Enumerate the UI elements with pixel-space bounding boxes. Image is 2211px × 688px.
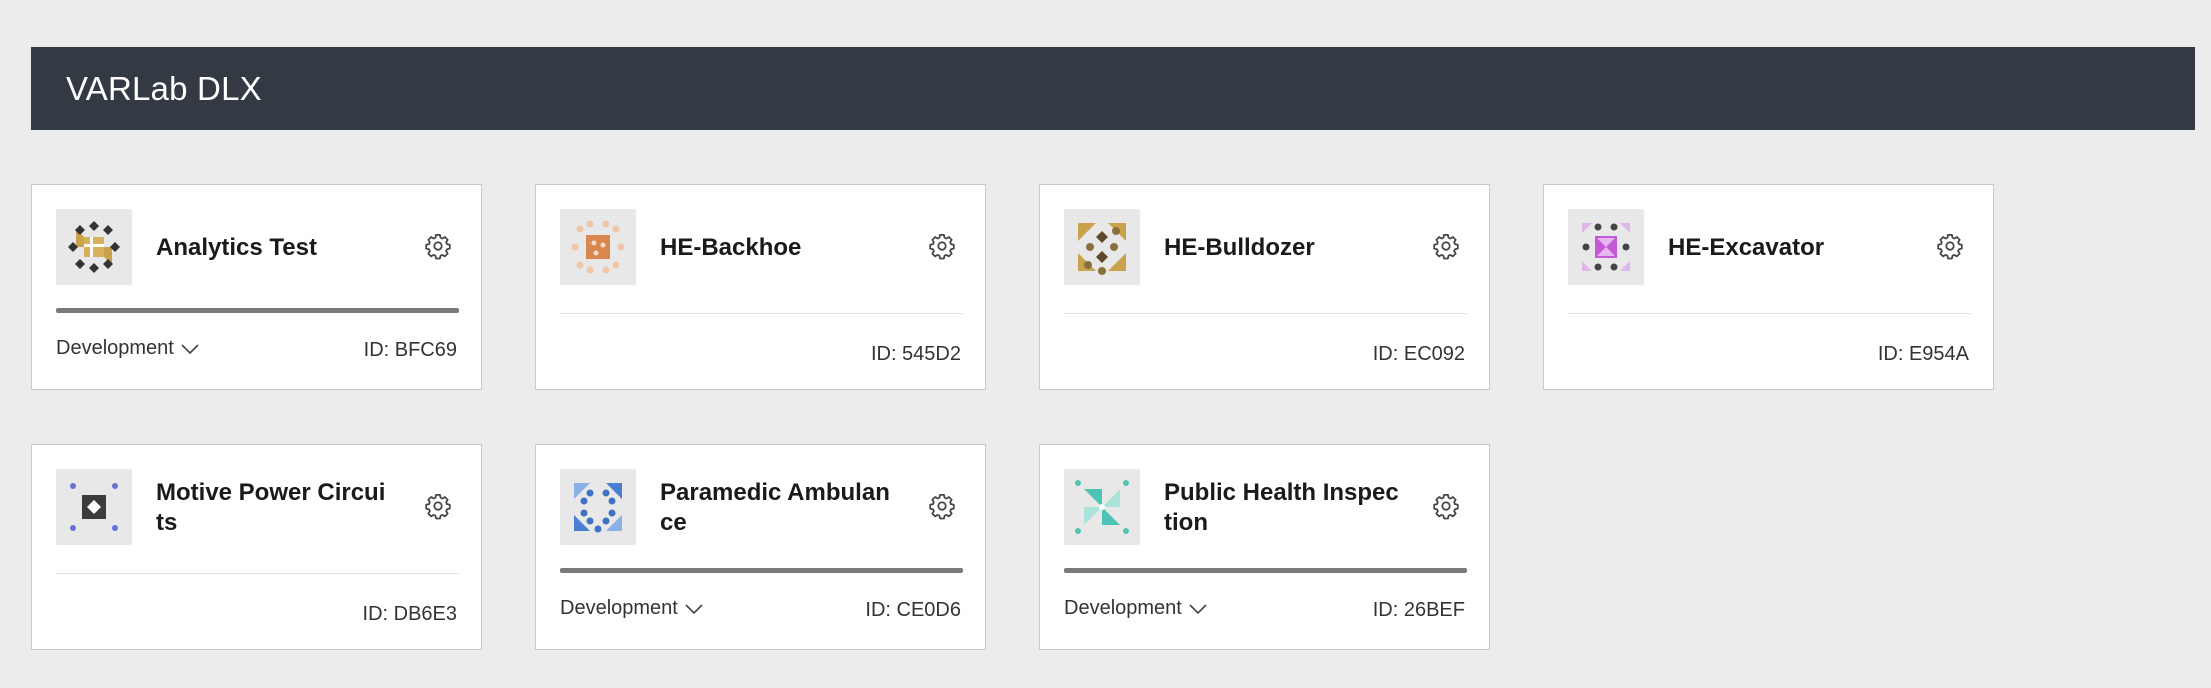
environment-label: Development [56, 337, 174, 359]
settings-gear-icon[interactable] [1432, 232, 1460, 260]
divider [1568, 313, 1971, 314]
settings-gear-icon[interactable] [1936, 232, 1964, 260]
project-name[interactable]: HE-Bulldozer [1164, 213, 1400, 283]
settings-gear-icon[interactable] [1432, 492, 1460, 520]
he-bulldozer-thumbnail-icon [1064, 209, 1140, 285]
project-card-he-bulldozer[interactable]: HE-Bulldozer ID: EC092 [1039, 184, 1490, 390]
project-card-analytics-test[interactable]: Analytics Test Development ID: BFC69 [31, 184, 482, 390]
project-id: ID: EC092 [1372, 343, 1465, 365]
divider [560, 313, 963, 314]
progress-bar [56, 308, 459, 313]
chevron-down-icon [1189, 603, 1207, 614]
chevron-down-icon [685, 603, 703, 614]
project-name[interactable]: HE-Excavator [1668, 213, 1904, 283]
project-id: ID: DB6E3 [362, 603, 457, 625]
environment-label: Development [560, 597, 678, 619]
project-name[interactable]: Motive Power Circuits [156, 473, 392, 543]
project-name[interactable]: Analytics Test [156, 213, 392, 283]
project-id: ID: CE0D6 [865, 599, 961, 621]
project-card-public-health-inspection[interactable]: Public Health Inspection Development ID:… [1039, 444, 1490, 650]
divider [56, 573, 459, 574]
project-card-he-backhoe[interactable]: HE-Backhoe ID: 545D2 [535, 184, 986, 390]
settings-gear-icon[interactable] [424, 232, 452, 260]
project-card-paramedic-ambulance[interactable]: Paramedic Ambulance Development ID: CE0D… [535, 444, 986, 650]
chevron-down-icon [181, 343, 199, 354]
settings-gear-icon[interactable] [424, 492, 452, 520]
project-id: ID: BFC69 [363, 339, 457, 361]
progress-bar [560, 568, 963, 573]
he-backhoe-thumbnail-icon [560, 209, 636, 285]
environment-dropdown[interactable]: Development [1064, 597, 1208, 620]
project-card-he-excavator[interactable]: HE-Excavator ID: E954A [1543, 184, 1994, 390]
project-name[interactable]: HE-Backhoe [660, 213, 896, 283]
project-name[interactable]: Paramedic Ambulance [660, 473, 896, 543]
environment-dropdown[interactable]: Development [56, 337, 200, 360]
analytics-test-thumbnail-icon [56, 209, 132, 285]
progress-bar [1064, 568, 1467, 573]
environment-label: Development [1064, 597, 1182, 619]
project-name[interactable]: Public Health Inspection [1164, 473, 1400, 543]
motive-power-circuits-thumbnail-icon [56, 469, 132, 545]
settings-gear-icon[interactable] [928, 232, 956, 260]
settings-gear-icon[interactable] [928, 492, 956, 520]
app-header: VARLab DLX [31, 47, 2195, 130]
project-id: ID: 545D2 [870, 343, 961, 365]
project-card-motive-power-circuits[interactable]: Motive Power Circuits ID: DB6E3 [31, 444, 482, 650]
divider [1064, 313, 1467, 314]
public-health-inspection-thumbnail-icon [1064, 469, 1140, 545]
app-title: VARLab DLX [66, 69, 262, 107]
project-id: ID: E954A [1877, 343, 1969, 365]
environment-dropdown[interactable]: Development [560, 597, 704, 620]
paramedic-ambulance-thumbnail-icon [560, 469, 636, 545]
project-id: ID: 26BEF [1372, 599, 1465, 621]
he-excavator-thumbnail-icon [1568, 209, 1644, 285]
